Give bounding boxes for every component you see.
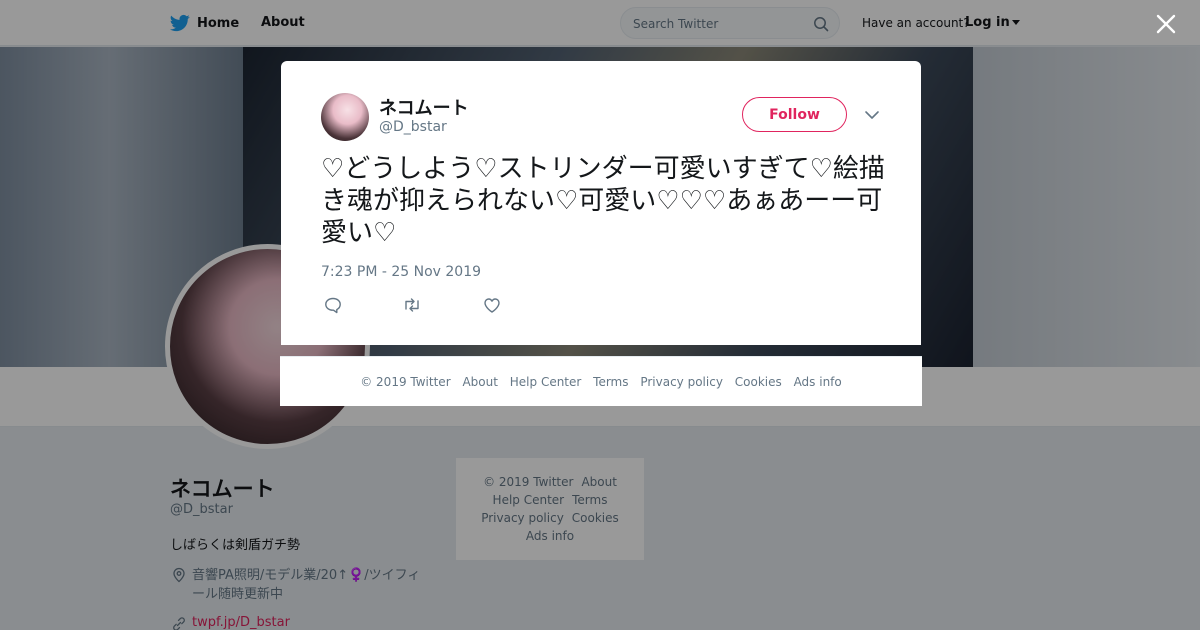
retweet-icon[interactable] [402,296,422,314]
footer-ads-info-link[interactable]: Ads info [794,375,842,389]
footer-help-center-link[interactable]: Help Center [510,375,582,389]
tweet-author-name[interactable]: ネコムート [379,94,469,120]
tweet-modal: ネコムート @D_bstar Follow ♡どうしよう♡ストリンダー可愛いすぎ… [281,61,921,345]
footer-copyright: © 2019 Twitter [360,375,451,389]
footer-about-link[interactable]: About [462,375,497,389]
follow-button[interactable]: Follow [742,97,847,132]
footer-cookies-link[interactable]: Cookies [735,375,782,389]
tweet-author-handle[interactable]: @D_bstar [379,119,447,135]
tweet-avatar[interactable] [321,93,369,141]
tweet-text: ♡どうしよう♡ストリンダー可愛いすぎて♡絵描き魂が抑えられない♡可愛い♡♡♡あぁ… [321,154,885,248]
footer-terms-link[interactable]: Terms [593,375,628,389]
chevron-down-icon[interactable] [864,108,880,122]
reply-icon[interactable] [323,296,343,314]
tweet-timestamp[interactable]: 7:23 PM - 25 Nov 2019 [321,264,481,280]
footer-privacy-link[interactable]: Privacy policy [640,375,723,389]
heart-icon[interactable] [482,296,502,314]
close-icon[interactable] [1152,10,1180,38]
modal-footer: © 2019 Twitter About Help Center Terms P… [280,356,922,406]
